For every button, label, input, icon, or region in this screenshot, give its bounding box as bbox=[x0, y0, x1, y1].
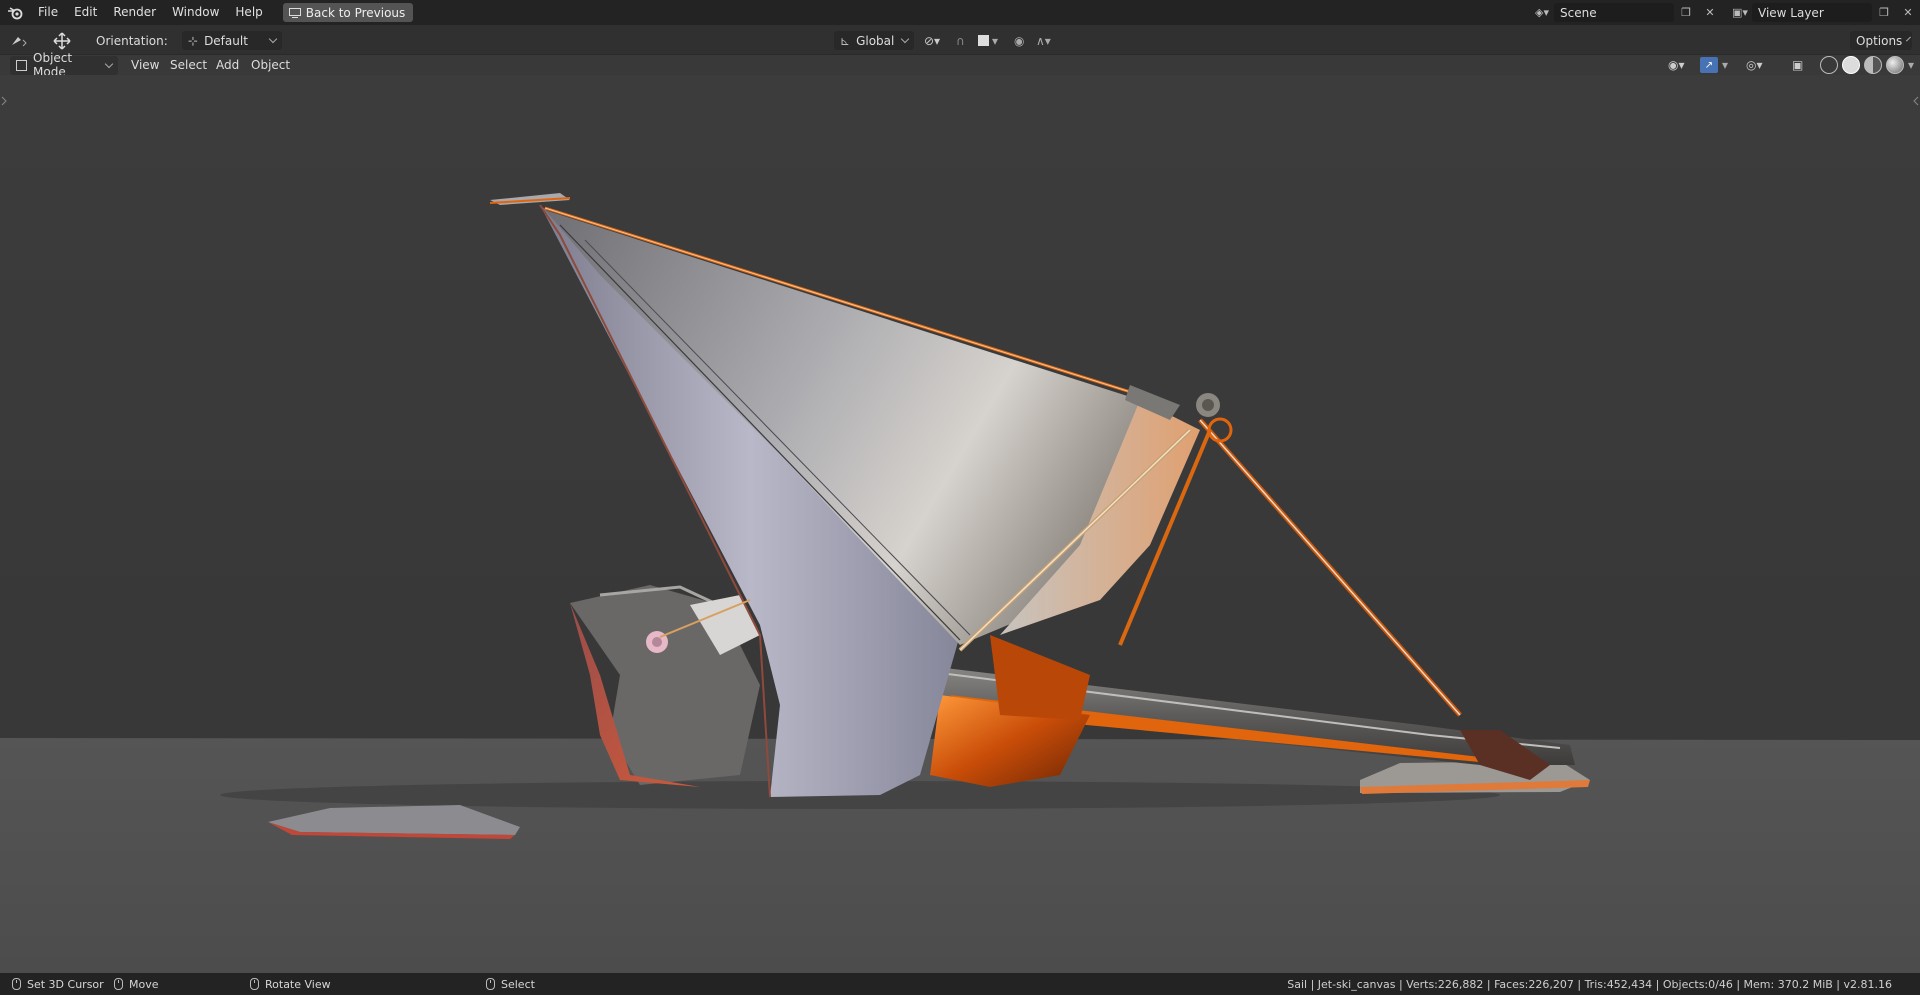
proportional-editing-toggle[interactable]: ◉ bbox=[1014, 31, 1024, 50]
status-hint-select: Select bbox=[486, 973, 535, 995]
xray-toggle[interactable]: ▣ bbox=[1792, 55, 1803, 75]
snap-element-dropdown[interactable]: ▾ bbox=[978, 31, 998, 50]
move-tool-icon[interactable] bbox=[50, 31, 74, 50]
rendered-shading-icon[interactable] bbox=[1886, 56, 1904, 74]
proportional-dot-icon: ◉ bbox=[1014, 33, 1025, 48]
mouse-drag-icon bbox=[114, 978, 123, 990]
orientation-axis-icon: ⊹ bbox=[188, 33, 199, 48]
orientation-label: Orientation: bbox=[96, 33, 168, 48]
delete-view-layer-icon[interactable]: ✕ bbox=[1896, 3, 1920, 22]
menu-help[interactable]: Help bbox=[227, 0, 270, 25]
status-hint-move: Move bbox=[114, 973, 159, 995]
visibility-dropdown[interactable]: ◉▾ bbox=[1668, 55, 1685, 75]
workspace-selectors: ◈▾ Scene ❐ ✕ ▣▾ View Layer ❐ ✕ bbox=[1530, 3, 1920, 22]
viewport-menu-object[interactable]: Object bbox=[245, 55, 296, 75]
overlays-icon: ◎▾ bbox=[1746, 58, 1763, 72]
material-preview-shading-icon[interactable] bbox=[1864, 56, 1882, 74]
new-view-layer-icon[interactable]: ❐ bbox=[1872, 3, 1896, 22]
wireframe-shading-icon[interactable] bbox=[1820, 56, 1838, 74]
mode-dropdown[interactable]: Object Mode bbox=[10, 51, 118, 79]
menu-file[interactable]: File bbox=[30, 0, 66, 25]
scene-statistics: Sail | Jet-ski_canvas | Verts:226,882 | … bbox=[1287, 977, 1892, 991]
new-scene-icon[interactable]: ❐ bbox=[1674, 3, 1698, 22]
status-hint-rotate: Rotate View bbox=[250, 973, 331, 995]
viewport-header: Object Mode View Select Add Object ◉▾ ↗ … bbox=[0, 51, 1920, 79]
pivot-point-dropdown[interactable]: ⊘▾ bbox=[924, 31, 940, 50]
snap-increment-icon bbox=[978, 35, 989, 46]
viewport-scene bbox=[0, 75, 1920, 973]
chevron-down-icon bbox=[1906, 36, 1912, 42]
menu-render[interactable]: Render bbox=[105, 0, 164, 25]
shading-modes: ▾ bbox=[1818, 55, 1914, 75]
mouse-right-icon bbox=[486, 978, 495, 990]
screen-icon bbox=[288, 7, 301, 18]
3d-viewport[interactable] bbox=[0, 75, 1920, 973]
viewport-menu-select[interactable]: Select bbox=[164, 55, 213, 75]
gizmo-toggle[interactable]: ↗ ▾ bbox=[1700, 55, 1728, 75]
tool-settings-dropdown[interactable] bbox=[10, 31, 28, 50]
tool-icon bbox=[12, 36, 27, 46]
chevron-down-icon bbox=[104, 59, 114, 68]
scene-browse-icon[interactable]: ◈▾ bbox=[1530, 3, 1554, 22]
mouse-left-icon bbox=[12, 978, 21, 990]
menu-edit[interactable]: Edit bbox=[66, 0, 105, 25]
xray-icon: ▣ bbox=[1792, 58, 1804, 72]
pivot-icon: ⊘▾ bbox=[924, 33, 941, 48]
snap-toggle[interactable]: ∩ bbox=[956, 31, 965, 50]
status-bar: Set 3D Cursor Move Rotate View Select Sa… bbox=[0, 973, 1920, 995]
global-axis-icon: ⊾ bbox=[840, 33, 851, 48]
shading-options-chevron-icon[interactable]: ▾ bbox=[1908, 58, 1914, 72]
tool-header: Orientation: ⊹ Default ⊾ Global ⊘▾ ∩ ▾ ◉… bbox=[0, 25, 1920, 55]
falloff-curve-icon: ∧▾ bbox=[1036, 33, 1051, 48]
status-hint-cursor: Set 3D Cursor bbox=[12, 973, 104, 995]
view-layer-browse-icon[interactable]: ▣▾ bbox=[1728, 3, 1752, 22]
magnet-icon: ∩ bbox=[956, 33, 965, 48]
back-to-previous-button[interactable]: Back to Previous bbox=[282, 3, 414, 22]
menu-window[interactable]: Window bbox=[164, 0, 227, 25]
viewport-menu-view[interactable]: View bbox=[125, 55, 165, 75]
options-dropdown[interactable]: Options bbox=[1850, 31, 1912, 50]
gizmo-icon: ↗ bbox=[1700, 57, 1718, 73]
falloff-dropdown[interactable]: ∧▾ bbox=[1036, 31, 1051, 50]
delete-scene-icon[interactable]: ✕ bbox=[1698, 3, 1722, 22]
solid-shading-icon[interactable] bbox=[1842, 56, 1860, 74]
blender-logo-icon[interactable] bbox=[0, 0, 30, 25]
viewport-menu-add[interactable]: Add bbox=[210, 55, 245, 75]
eye-icon: ◉▾ bbox=[1668, 58, 1685, 72]
back-to-previous-label: Back to Previous bbox=[305, 5, 406, 20]
top-menu-bar: File Edit Render Window Help Back to Pre… bbox=[0, 0, 1920, 25]
overlays-toggle[interactable]: ◎▾ bbox=[1746, 55, 1763, 75]
orientation-dropdown[interactable]: ⊹ Default bbox=[182, 31, 282, 50]
mouse-middle-icon bbox=[250, 978, 259, 990]
chevron-down-icon bbox=[268, 34, 278, 44]
scene-name-field[interactable]: Scene bbox=[1554, 3, 1674, 22]
object-mode-icon bbox=[16, 59, 27, 71]
view-layer-name-field[interactable]: View Layer bbox=[1752, 3, 1872, 22]
transform-orientation-dropdown[interactable]: ⊾ Global bbox=[834, 31, 914, 50]
chevron-down-icon bbox=[900, 34, 910, 44]
